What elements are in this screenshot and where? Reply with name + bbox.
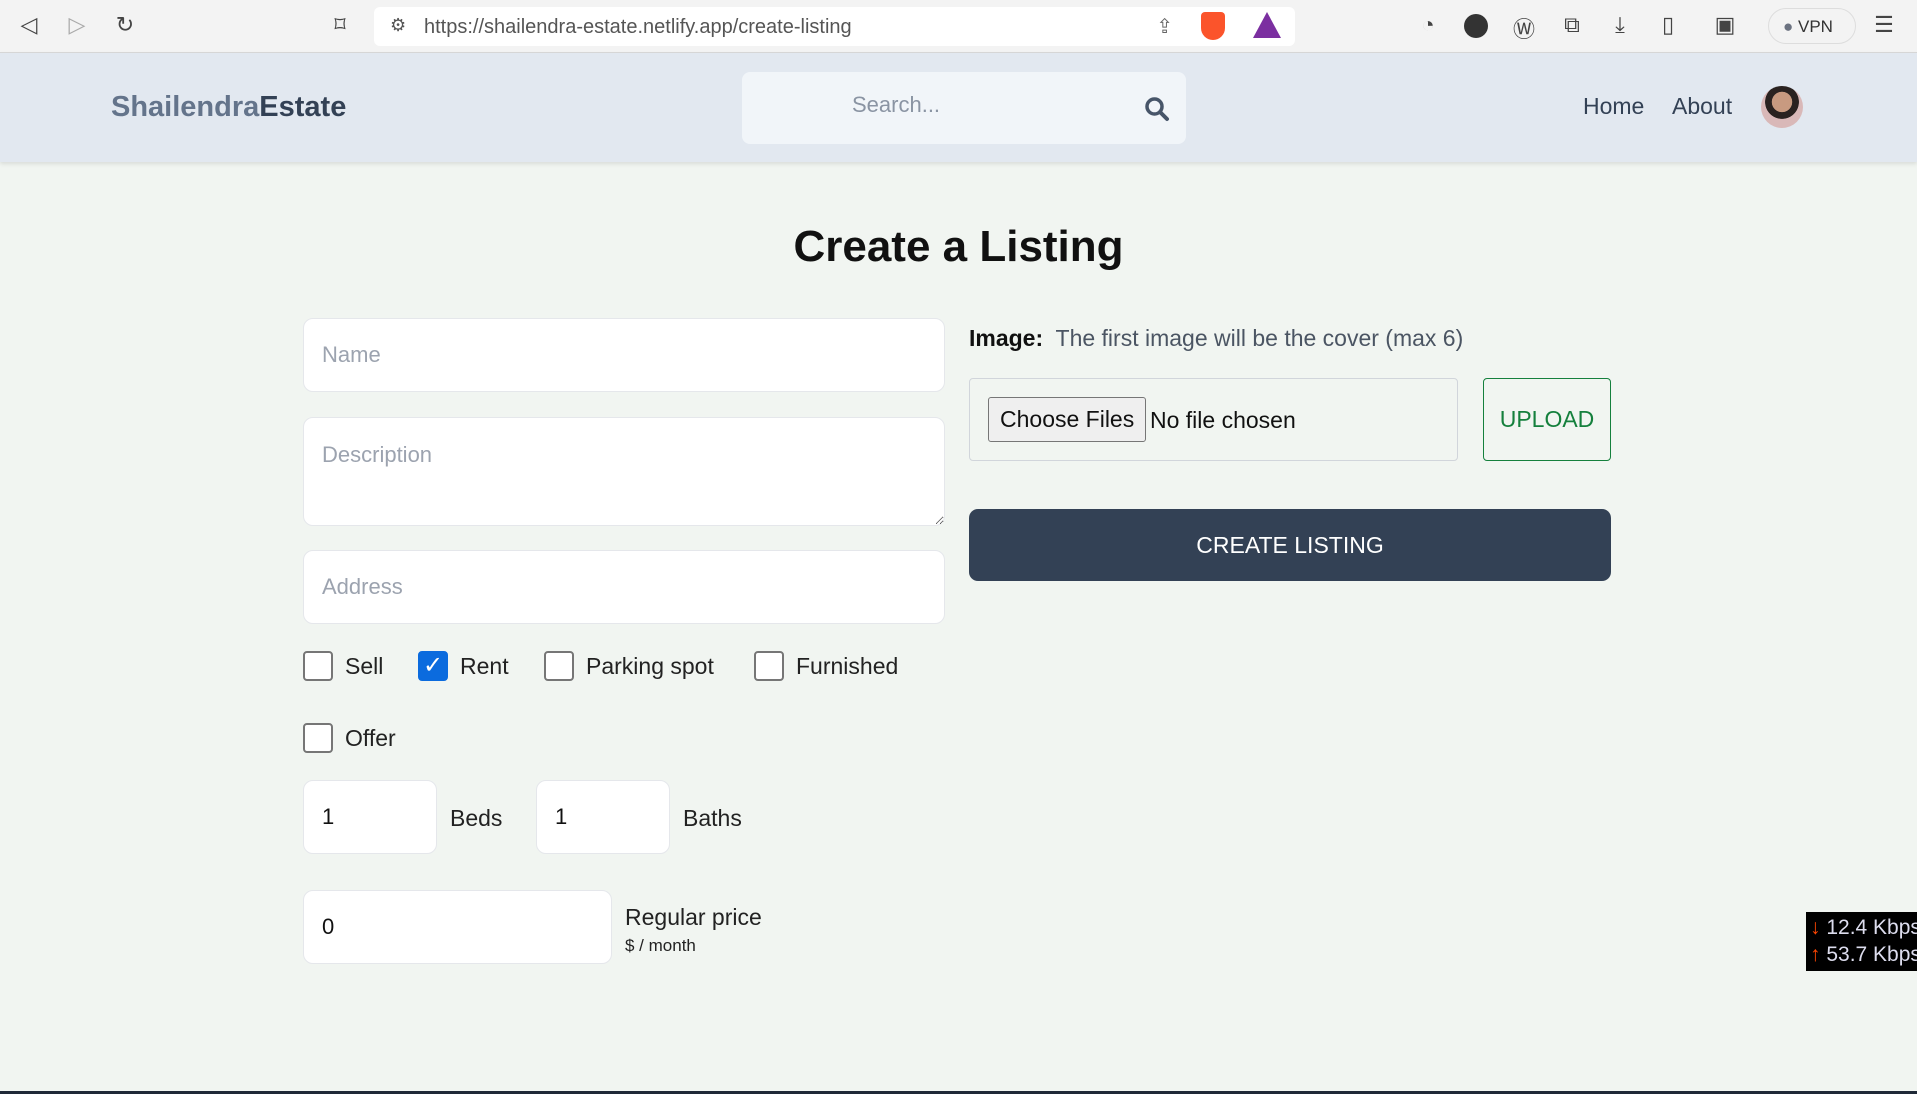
- address-input[interactable]: [303, 550, 945, 624]
- upload-arrow-icon: ↑: [1810, 943, 1821, 966]
- reload-icon[interactable]: ↻: [111, 12, 139, 38]
- rent-checkbox[interactable]: ✓ Rent: [418, 651, 509, 681]
- sell-checkbox[interactable]: Sell: [303, 651, 383, 681]
- logo[interactable]: ShailendraEstate: [111, 91, 346, 124]
- bookmark-icon[interactable]: ⌑: [326, 12, 354, 38]
- search-box: [742, 72, 1186, 144]
- checkbox-box[interactable]: [544, 651, 574, 681]
- checkbox-box[interactable]: [754, 651, 784, 681]
- image-hint: Image: The first image will be the cover…: [969, 325, 1464, 351]
- brave-shields-icon[interactable]: [1201, 12, 1225, 40]
- address-bar[interactable]: ⚙ https://shailendra-estate.netlify.app/…: [374, 7, 1295, 46]
- checkbox-box[interactable]: [303, 651, 333, 681]
- search-icon[interactable]: [1144, 96, 1170, 122]
- file-input[interactable]: Choose Files No file chosen: [969, 378, 1458, 461]
- baths-label: Baths: [683, 805, 742, 831]
- share-icon[interactable]: ⇪: [1156, 14, 1173, 39]
- search-input[interactable]: [852, 92, 1132, 118]
- avatar[interactable]: [1761, 86, 1803, 128]
- checkmark-icon[interactable]: ✓: [418, 651, 448, 681]
- sidebar-icon[interactable]: ▯: [1654, 12, 1682, 38]
- browser-toolbar: ◁ ▷ ↻ ⌑ ⚙ https://shailendra-estate.netl…: [0, 0, 1917, 53]
- menu-icon[interactable]: ☰: [1870, 12, 1898, 38]
- checkbox-box[interactable]: [303, 723, 333, 753]
- price-label: Regular price: [625, 904, 762, 930]
- site-header: ShailendraEstate Home About: [0, 53, 1917, 162]
- forward-icon[interactable]: ▷: [63, 12, 91, 38]
- nav-home[interactable]: Home: [1583, 93, 1644, 120]
- extension-icon[interactable]: [1464, 14, 1488, 38]
- beds-label: Beds: [450, 805, 503, 831]
- network-speed-widget: ↓ 12.4 Kbps ↑ 53.7 Kbps: [1806, 912, 1917, 971]
- create-listing-button[interactable]: CREATE LISTING: [969, 509, 1611, 581]
- url-text: https://shailendra-estate.netlify.app/cr…: [424, 16, 852, 38]
- nav-about[interactable]: About: [1672, 93, 1732, 120]
- back-icon[interactable]: ◁: [15, 12, 43, 38]
- beds-input[interactable]: [303, 780, 437, 854]
- upload-button[interactable]: UPLOAD: [1483, 378, 1611, 461]
- choose-files-button[interactable]: Choose Files: [988, 397, 1147, 442]
- download-arrow-icon: ↓: [1810, 916, 1821, 939]
- baths-input[interactable]: [536, 780, 670, 854]
- vpn-button[interactable]: ● VPN: [1768, 8, 1856, 44]
- page-title: Create a Listing: [793, 222, 1124, 271]
- price-input[interactable]: [303, 890, 612, 964]
- site-settings-icon[interactable]: ⚙: [390, 15, 406, 36]
- name-input[interactable]: [303, 318, 945, 392]
- extensions-icon[interactable]: ⧉: [1558, 12, 1586, 38]
- price-unit: $ / month: [625, 936, 696, 955]
- parking-checkbox[interactable]: Parking spot: [544, 651, 714, 681]
- offer-checkbox[interactable]: Offer: [303, 723, 396, 753]
- download-icon[interactable]: ⤓: [1606, 12, 1634, 38]
- furnished-checkbox[interactable]: Furnished: [754, 651, 898, 681]
- wallet-icon[interactable]: ▣: [1711, 12, 1739, 38]
- wallet-ext-icon[interactable]: Ⓦ: [1510, 12, 1538, 44]
- description-textarea[interactable]: [303, 417, 945, 526]
- vpn-icon: ●: [1783, 17, 1798, 36]
- no-file-text: No file chosen: [1150, 407, 1296, 433]
- brave-rewards-icon[interactable]: [1253, 12, 1281, 38]
- speed-icon[interactable]: ◔: [1414, 12, 1442, 38]
